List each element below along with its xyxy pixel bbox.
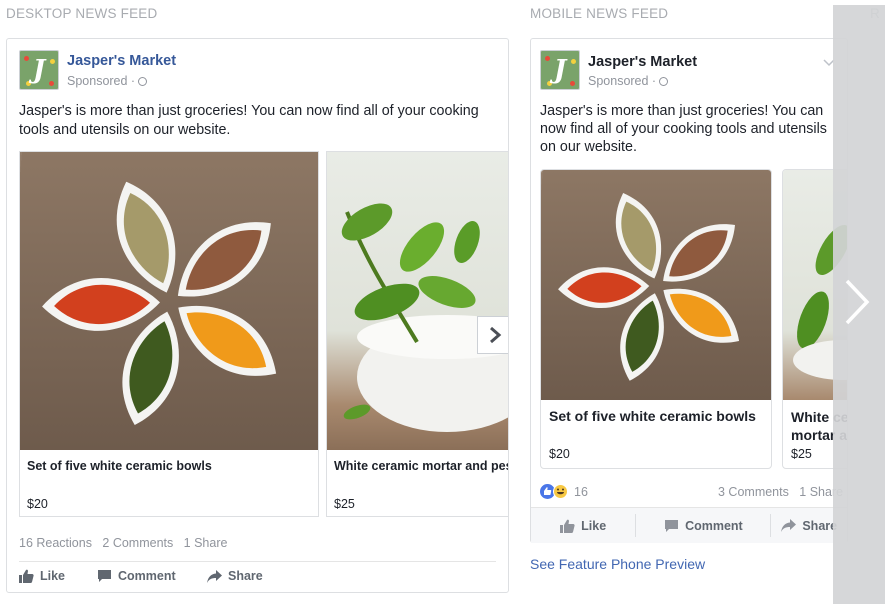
chevron-right-icon [490,326,502,344]
like-label: Like [581,518,607,533]
reactions-summary[interactable]: 16 [540,484,588,499]
post-text: Jasper's is more than just groceries! Yo… [540,103,827,155]
comment-label: Comment [118,569,176,583]
reactions-count[interactable]: 16 Reactions [19,536,92,550]
product-image-bowls [541,170,771,400]
desktop-carousel: Set of five white ceramic bowls $20 Whit… [19,151,508,519]
like-button[interactable]: Like [531,514,637,537]
share-label: Share [228,569,263,583]
page-avatar[interactable]: J [540,50,580,90]
page-name-link[interactable]: Jasper's Market [67,53,176,69]
spice-bowls-illustration [42,181,277,426]
page-avatar[interactable]: J [19,50,59,90]
haha-reaction-icon [553,484,568,499]
product-image-mortar [327,152,508,450]
product-title: Set of five white ceramic bowls [549,408,756,424]
preview-scroll-overlay [833,5,885,604]
desktop-feed-label: DESKTOP NEWS FEED [6,6,158,21]
carousel-card[interactable]: Set of five white ceramic bowls $20 [19,151,319,517]
chevron-right-icon[interactable] [843,277,871,327]
mobile-carousel: Set of five white ceramic bowls $20 Whit… [540,169,847,471]
carousel-next-button[interactable] [477,316,508,354]
desktop-ad-card: J Jasper's Market Sponsored · Jasper's i… [6,38,509,593]
desktop-action-bar: Like Comment Share [19,569,297,583]
thumbs-up-icon [19,569,34,583]
comment-icon [98,570,111,582]
spice-bowls-illustration [558,192,740,381]
product-image-bowls [20,152,318,450]
feature-phone-preview-link[interactable]: See Feature Phone Preview [530,556,705,572]
product-price: $25 [334,497,355,511]
product-price: $25 [791,447,812,461]
comment-button[interactable]: Comment [636,514,772,537]
mobile-feed-label: MOBILE NEWS FEED [530,6,669,21]
product-title: Set of five white ceramic bowls [27,459,212,473]
page-name-link[interactable]: Jasper's Market [588,54,697,70]
comment-button[interactable]: Comment [97,569,207,583]
mobile-action-bar: Like Comment Share [531,507,847,543]
divider [19,561,496,562]
thumbs-up-icon [560,519,575,533]
product-price: $20 [27,497,48,511]
shares-count[interactable]: 1 Share [184,536,228,550]
like-label: Like [40,569,66,583]
share-button[interactable]: Share [207,569,297,583]
share-icon [781,519,797,532]
product-title: White ceramic mortar and pestle [334,459,508,473]
sponsored-label: Sponsored · [67,74,148,88]
comment-icon [665,519,679,532]
mobile-ad-card: J Jasper's Market Sponsored · Jasper's i… [530,38,848,543]
comment-label: Comment [685,518,743,533]
like-button[interactable]: Like [19,569,97,583]
post-text: Jasper's is more than just groceries! Yo… [19,103,479,138]
share-icon [207,569,222,583]
sponsored-label: Sponsored · [588,74,669,88]
reaction-count: 16 [574,484,588,499]
engagement-stats: 3 Comments 1 Share [718,485,843,499]
mortar-illustration [341,203,508,432]
product-price: $20 [549,447,570,461]
sponsored-text: Sponsored · [588,74,657,88]
share-label: Share [802,518,838,533]
sponsored-text: Sponsored · [67,74,136,88]
comments-count[interactable]: 3 Comments [718,485,789,499]
globe-icon [138,77,148,86]
carousel-card[interactable]: Set of five white ceramic bowls $20 [540,169,772,469]
globe-icon [659,77,669,86]
engagement-stats: 16 Reactions 2 Comments 1 Share [19,536,227,550]
comments-count[interactable]: 2 Comments [102,536,173,550]
